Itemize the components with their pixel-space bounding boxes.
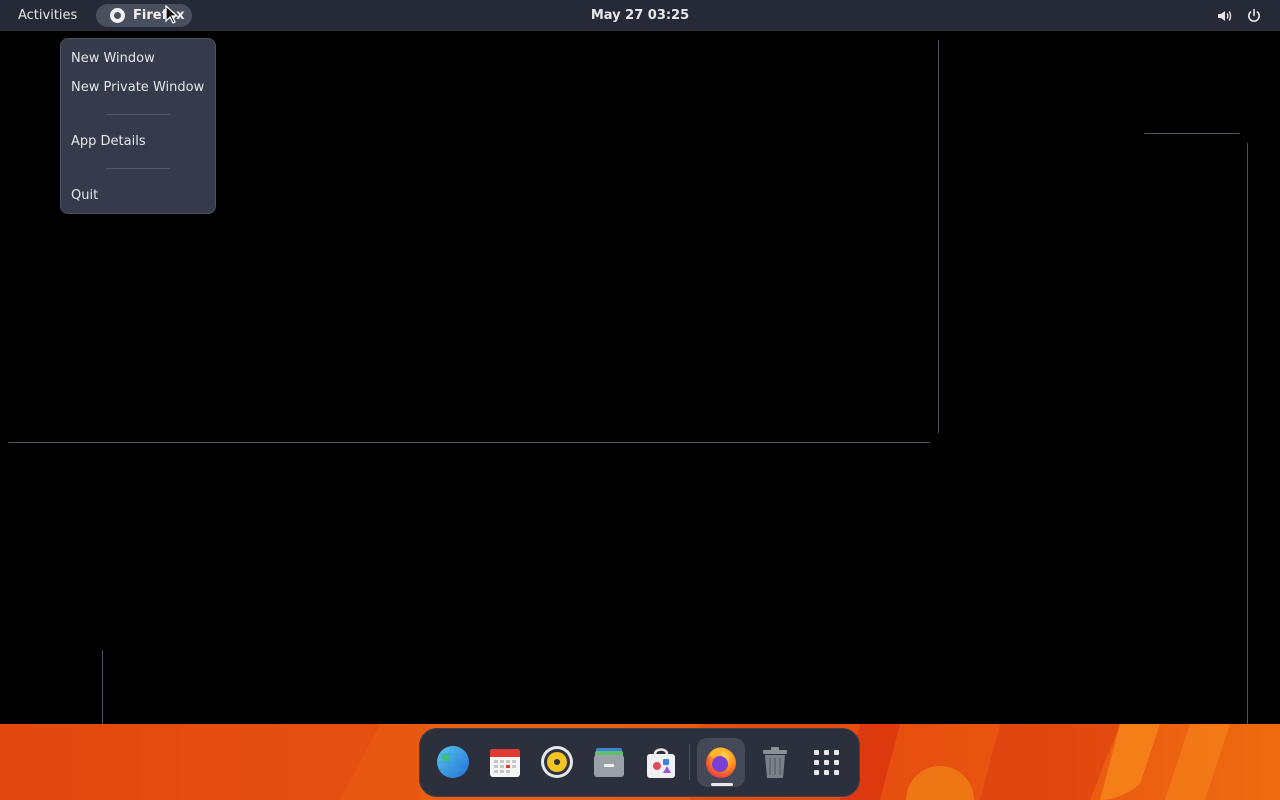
menu-item-new-private-window[interactable]: New Private Window xyxy=(71,76,204,100)
calendar-icon[interactable] xyxy=(485,742,525,782)
volume-icon[interactable] xyxy=(1216,8,1232,24)
trash-icon[interactable] xyxy=(755,742,795,782)
dock-separator xyxy=(689,744,690,780)
menu-separator xyxy=(106,114,170,115)
window-edge-line xyxy=(1144,133,1240,134)
mouse-cursor-icon xyxy=(165,5,179,24)
menu-separator xyxy=(106,168,170,169)
menu-item-quit[interactable]: Quit xyxy=(71,184,98,208)
software-store-icon[interactable] xyxy=(641,742,681,782)
activities-button[interactable]: Activities xyxy=(8,4,87,27)
file-manager-icon[interactable] xyxy=(589,742,629,782)
firefox-icon xyxy=(110,8,125,23)
web-browser-icon[interactable] xyxy=(433,742,473,782)
music-player-icon[interactable] xyxy=(537,742,577,782)
firefox-icon[interactable] xyxy=(701,742,741,782)
dock xyxy=(419,728,860,797)
app-grid-icon[interactable] xyxy=(806,742,846,782)
menu-item-new-window[interactable]: New Window xyxy=(71,47,155,71)
running-indicator xyxy=(711,783,733,786)
menu-item-app-details[interactable]: App Details xyxy=(71,130,146,154)
top-bar: Activities Firefox May 27 03:25 xyxy=(0,0,1280,31)
window-edge-line xyxy=(1247,143,1248,724)
window-edge-line xyxy=(938,40,939,433)
clock[interactable]: May 27 03:25 xyxy=(560,0,720,31)
app-context-menu: New Window New Private Window App Detail… xyxy=(60,38,216,214)
window-edge-line xyxy=(8,442,930,443)
window-edge-line xyxy=(102,650,103,724)
power-icon[interactable] xyxy=(1246,8,1262,24)
